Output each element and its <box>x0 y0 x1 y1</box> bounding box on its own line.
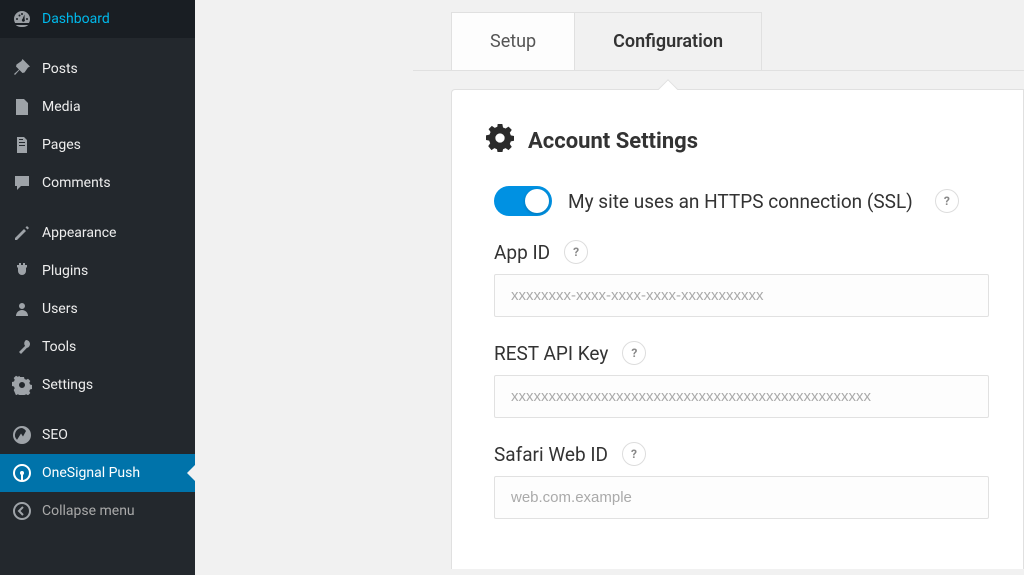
ssl-row: My site uses an HTTPS connection (SSL) ? <box>494 186 989 216</box>
help-icon[interactable]: ? <box>564 240 588 264</box>
comments-icon <box>12 173 32 193</box>
sidebar-label: Pages <box>42 137 81 153</box>
dashboard-icon <box>12 9 32 29</box>
plugins-icon <box>12 261 32 281</box>
app-id-label: App ID ? <box>494 240 989 264</box>
help-icon[interactable]: ? <box>622 341 646 365</box>
rest-api-input[interactable] <box>494 375 989 418</box>
sidebar-item-comments[interactable]: Comments <box>0 164 195 202</box>
pin-icon <box>12 59 32 79</box>
sidebar-label: Dashboard <box>42 11 110 27</box>
sidebar-item-media[interactable]: Media <box>0 88 195 126</box>
sidebar-label: Users <box>42 301 78 317</box>
sidebar-label: OneSignal Push <box>42 465 140 481</box>
safari-label: Safari Web ID ? <box>494 442 989 466</box>
section-title: Account Settings <box>486 124 989 158</box>
safari-input[interactable] <box>494 476 989 519</box>
media-icon <box>12 97 32 117</box>
sidebar-item-plugins[interactable]: Plugins <box>0 252 195 290</box>
sidebar-item-posts[interactable]: Posts <box>0 50 195 88</box>
settings-panel: Account Settings My site uses an HTTPS c… <box>451 89 1024 569</box>
sidebar-item-dashboard[interactable]: Dashboard <box>0 0 195 38</box>
onesignal-icon <box>12 463 32 483</box>
appearance-icon <box>12 223 32 243</box>
help-icon[interactable]: ? <box>622 442 646 466</box>
gear-icon <box>486 124 514 158</box>
tab-configuration[interactable]: Configuration <box>575 13 761 70</box>
sidebar-label: Tools <box>42 339 76 355</box>
tab-label: Configuration <box>613 31 723 52</box>
sidebar-item-appearance[interactable]: Appearance <box>0 214 195 252</box>
sidebar-label: SEO <box>42 427 68 443</box>
sidebar-label: Plugins <box>42 263 88 279</box>
pages-icon <box>12 135 32 155</box>
sidebar-label: Posts <box>42 61 78 77</box>
label-text: App ID <box>494 241 550 264</box>
label-text: Safari Web ID <box>494 443 608 466</box>
sidebar-item-tools[interactable]: Tools <box>0 328 195 366</box>
tools-icon <box>12 337 32 357</box>
sidebar-label: Appearance <box>42 225 116 241</box>
label-text: REST API Key <box>494 342 608 365</box>
tab-nav: Setup Configuration <box>451 12 762 70</box>
section-title-text: Account Settings <box>528 129 698 154</box>
rest-api-label: REST API Key ? <box>494 341 989 365</box>
sidebar-item-settings[interactable]: Settings <box>0 366 195 404</box>
ssl-toggle[interactable] <box>494 186 552 216</box>
sidebar-label: Settings <box>42 377 93 393</box>
admin-sidebar: Dashboard Posts Media Pages Comments App… <box>0 0 195 575</box>
seo-icon <box>12 425 32 445</box>
collapse-icon <box>12 501 32 521</box>
app-id-input[interactable] <box>494 274 989 317</box>
users-icon <box>12 299 32 319</box>
sidebar-item-collapse[interactable]: Collapse menu <box>0 492 195 530</box>
settings-icon <box>12 375 32 395</box>
sidebar-item-users[interactable]: Users <box>0 290 195 328</box>
tab-setup[interactable]: Setup <box>452 13 575 70</box>
content-area: Setup Configuration Account Settings My … <box>195 0 1024 575</box>
sidebar-item-seo[interactable]: SEO <box>0 416 195 454</box>
help-icon[interactable]: ? <box>935 189 959 213</box>
sidebar-label: Media <box>42 99 81 115</box>
sidebar-label: Comments <box>42 175 111 191</box>
sidebar-item-onesignal-push[interactable]: OneSignal Push <box>0 454 195 492</box>
sidebar-item-pages[interactable]: Pages <box>0 126 195 164</box>
sidebar-label: Collapse menu <box>42 503 135 519</box>
ssl-toggle-label: My site uses an HTTPS connection (SSL) <box>568 190 913 213</box>
